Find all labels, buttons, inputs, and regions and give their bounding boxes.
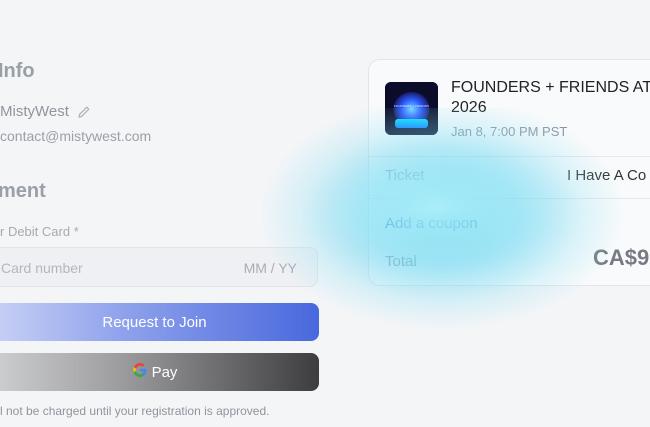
- payment-heading: ment: [0, 180, 46, 202]
- card-label: r Debit Card *: [0, 224, 79, 239]
- pencil-icon[interactable]: [77, 105, 91, 119]
- charge-note: l not be charged until your registration…: [0, 404, 270, 418]
- info-heading: Info: [0, 60, 35, 82]
- user-email: contact@mistywest.com: [0, 128, 152, 144]
- order-summary-card: FOUNDERS + FRIENDS FOUNDERS + FRIENDS AT…: [368, 59, 650, 286]
- ticket-label: Ticket: [385, 167, 425, 184]
- card-number-placeholder: Card number: [1, 260, 83, 276]
- gpay-label: Pay: [151, 363, 178, 381]
- google-g-icon: [132, 362, 148, 382]
- name-row: MistyWest: [0, 103, 91, 120]
- divider: [369, 156, 650, 157]
- divider: [369, 198, 650, 199]
- card-number-input[interactable]: Card number MM / YY: [0, 247, 318, 287]
- event-image-text: FOUNDERS + FRIENDS: [393, 104, 430, 108]
- total-value: CA$9: [593, 245, 650, 270]
- registration-form: Info MistyWest contact@mistywest.com men…: [0, 0, 340, 427]
- event-title: FOUNDERS + FRIENDS AT C 2026: [451, 79, 650, 116]
- ticket-value: I Have A Co: [567, 167, 647, 184]
- google-pay-button[interactable]: Pay: [0, 353, 319, 391]
- request-to-join-button[interactable]: Request to Join: [0, 303, 319, 341]
- total-label: Total: [385, 253, 417, 270]
- expiry-placeholder[interactable]: MM / YY: [244, 260, 297, 276]
- user-name: MistyWest: [0, 103, 69, 120]
- add-coupon-link[interactable]: Add a coupon: [385, 215, 478, 232]
- event-date: Jan 8, 7:00 PM PST: [451, 124, 568, 139]
- event-image: FOUNDERS + FRIENDS: [385, 82, 438, 135]
